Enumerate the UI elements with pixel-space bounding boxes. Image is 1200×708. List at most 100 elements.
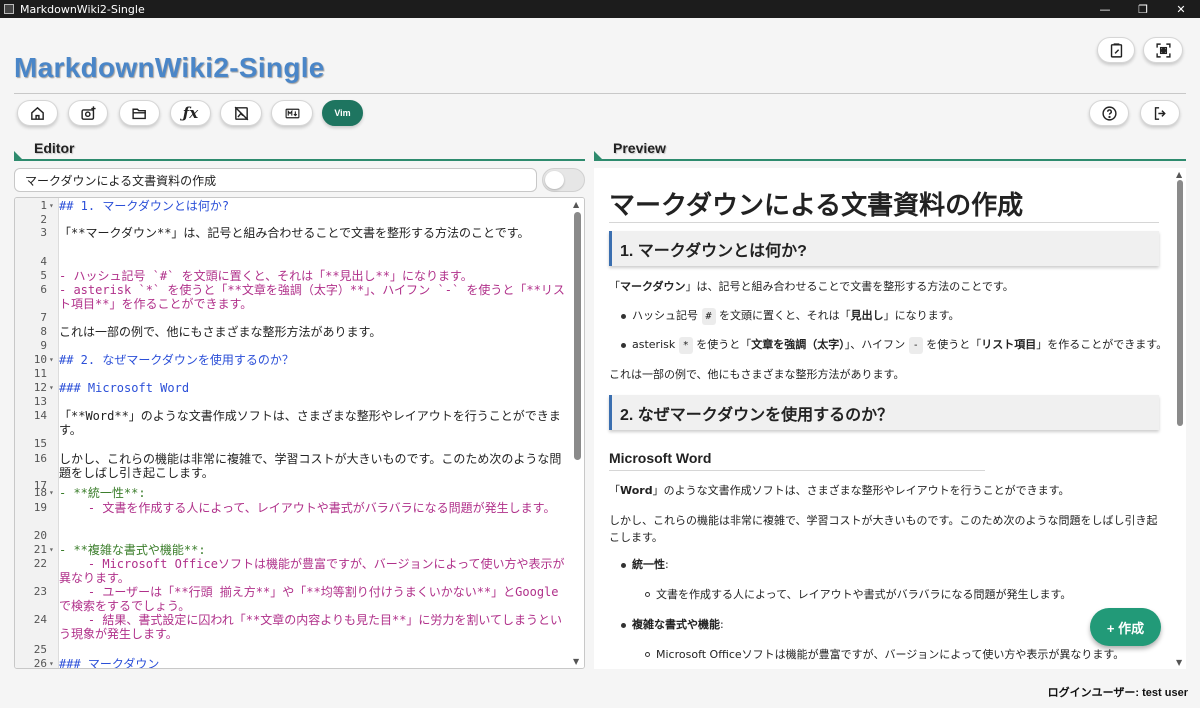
line-number: 11 <box>33 367 47 380</box>
preview-h1: マークダウンによる文書資料の作成 <box>609 190 1024 220</box>
close-button[interactable]: ✕ <box>1162 0 1200 18</box>
bullet-icon <box>621 343 626 348</box>
minimize-button[interactable]: — <box>1086 0 1124 18</box>
line-number: 18 <box>33 486 47 499</box>
line-text: - 文書を作成する人によって、レイアウトや書式がバラバラになる問題が発生します。 <box>59 501 556 515</box>
preview-paragraph-3: 「Word」のような文書作成ソフトは、さまざまな整形やレイアウトを行うことができ… <box>609 484 1070 497</box>
sub-bullet-icon <box>645 592 650 597</box>
login-user-status: ログインユーザー: test user <box>1047 687 1188 699</box>
scroll-down-arrow-icon[interactable]: ▼ <box>573 657 579 666</box>
markdown-icon <box>285 108 299 118</box>
preview-section-line <box>594 159 1186 161</box>
preview-paragraph-4: しかし、これらの機能は非常に複雑で、学習コストが大きいものです。このため次のよう… <box>609 514 1158 544</box>
line-number: 15 <box>33 437 47 450</box>
fold-toggle-icon[interactable]: ▾ <box>49 486 54 500</box>
line-number: 9 <box>40 339 47 352</box>
document-title-input[interactable]: マークダウンによる文書資料の作成 <box>14 168 537 192</box>
line-text: これは一部の例で、他にもさまざまな整形方法があります。 <box>59 325 382 339</box>
fold-toggle-icon[interactable]: ▾ <box>49 657 54 668</box>
scroll-down-arrow-icon[interactable]: ▼ <box>1176 658 1182 667</box>
line-number: 20 <box>33 529 47 542</box>
function-icon: ƒx <box>182 104 199 122</box>
scroll-up-arrow-icon[interactable]: ▲ <box>1176 170 1182 179</box>
camera-plus-icon <box>80 105 96 120</box>
preview-scrollbar[interactable]: ▲ ▼ <box>1174 168 1186 669</box>
code-area[interactable]: 1 ▾ ## 1. マークダウンとは何か? 2 3 「**マークダウン**」は、記号と組み… <box>15 198 570 668</box>
add-photo-button[interactable] <box>68 100 108 126</box>
edit-toggle[interactable] <box>542 168 585 192</box>
line-number: 21 <box>33 543 47 556</box>
line-number: 5 <box>40 269 47 282</box>
line-number: 10 <box>33 353 47 366</box>
markdown-preview: マークダウンによる文書資料の作成 1. マークダウンとは何か? 「マークダウン」… <box>594 168 1186 669</box>
preview-h3-underline <box>609 470 985 471</box>
preview-list-item-3: 統一性: <box>632 558 669 571</box>
toggle-knob <box>545 171 564 189</box>
fold-toggle-icon[interactable]: ▾ <box>49 199 54 213</box>
line-text: しかし、これらの機能は非常に複雑で、学習コストが大きいものです。このため次のよう… <box>59 452 562 480</box>
hide-images-button[interactable] <box>220 100 262 126</box>
home-icon <box>31 106 44 120</box>
home-button[interactable] <box>17 100 58 126</box>
line-text: - ユーザーは「**行頭 揃え方**」や「**均等割り付けうまくいかない**」と… <box>59 585 559 613</box>
logout-icon <box>1154 106 1166 120</box>
preview-paragraph-2: これは一部の例で、他にもさまざまな整形方法があります。 <box>609 368 905 381</box>
line-number: 25 <box>33 643 47 656</box>
qr-code-button[interactable] <box>1143 37 1183 63</box>
line-text: 「**Word**」のような文書作成ソフトは、さまざまな整形やレイアウトを行うこ… <box>59 409 561 437</box>
logout-button[interactable] <box>1140 100 1180 126</box>
app-title: MarkdownWiki2-Single <box>14 52 325 83</box>
line-text: ### マークダウン <box>59 657 160 668</box>
markdown-button[interactable] <box>271 100 313 126</box>
line-number: 3 <box>40 226 47 239</box>
markdown-editor[interactable]: 1 ▾ ## 1. マークダウンとは何か? 2 3 「**マークダウン**」は、記号と組み… <box>14 197 585 669</box>
editor-scrollbar[interactable]: ▲ ▼ <box>571 198 584 668</box>
sub-bullet-icon <box>645 652 650 657</box>
app-icon <box>4 4 14 14</box>
function-button[interactable]: ƒx <box>170 100 211 126</box>
preview-h3: Microsoft Word <box>609 450 712 466</box>
line-text: - Microsoft Officeソフトは機能が豊富ですが、バージョンによって… <box>59 557 565 585</box>
vim-mode-button[interactable]: Vim <box>322 100 363 126</box>
edit-note-icon <box>1110 42 1122 58</box>
line-number: 8 <box>40 325 47 338</box>
open-folder-button[interactable] <box>119 100 160 126</box>
line-number: 14 <box>33 409 47 422</box>
create-button[interactable]: + 作成 <box>1090 608 1161 646</box>
line-number: 2 <box>40 213 47 226</box>
line-text: - **複雑な書式や機能**: <box>59 543 206 557</box>
line-text: 「**マークダウン**」は、記号と組み合わせることで文書を整形する方法のことです… <box>59 226 530 240</box>
preview-list-item-2: asterisk * を使うと「文章を強調（太字）」、ハイフン - を使うと「リ… <box>632 336 1167 354</box>
qr-code-icon <box>1155 42 1171 58</box>
editor-section-line <box>14 159 585 161</box>
preview-sub-item-2: Microsoft Officeソフトは機能が豊富ですが、バージョンによって使い… <box>656 648 1125 661</box>
header-divider <box>14 93 1186 94</box>
line-number: 4 <box>40 255 47 268</box>
help-button[interactable] <box>1089 100 1129 126</box>
line-number: 6 <box>40 283 47 296</box>
edit-note-button[interactable] <box>1097 37 1135 63</box>
line-number: 19 <box>33 501 47 514</box>
line-number: 12 <box>33 381 47 394</box>
preview-h1-underline <box>609 222 1159 223</box>
bullet-icon <box>621 623 626 628</box>
fold-toggle-icon[interactable]: ▾ <box>49 353 54 367</box>
scroll-up-arrow-icon[interactable]: ▲ <box>573 200 579 209</box>
line-text: - **統一性**: <box>59 486 146 500</box>
preview-section-label: Preview <box>613 140 666 156</box>
preview-h2-1: 1. マークダウンとは何か? <box>609 231 1159 266</box>
maximize-button[interactable]: ❐ <box>1124 0 1162 18</box>
vim-label: Vim <box>334 108 351 118</box>
bullet-icon <box>621 563 626 568</box>
bullet-icon <box>621 314 626 319</box>
fold-toggle-icon[interactable]: ▾ <box>49 543 54 557</box>
line-number: 24 <box>33 613 47 626</box>
preview-list-item-1: ハッシュ記号 # を文頭に置くと、それは「見出し」になります。 <box>632 307 960 325</box>
image-off-icon <box>234 106 248 120</box>
preview-scroll-thumb[interactable] <box>1177 180 1183 426</box>
preview-sub-item-1: 文書を作成する人によって、レイアウトや書式がバラバラになる問題が発生します。 <box>656 588 1072 601</box>
fold-toggle-icon[interactable]: ▾ <box>49 381 54 395</box>
editor-scroll-thumb[interactable] <box>574 212 581 460</box>
line-number: 13 <box>33 395 47 408</box>
editor-section-label: Editor <box>34 140 75 156</box>
